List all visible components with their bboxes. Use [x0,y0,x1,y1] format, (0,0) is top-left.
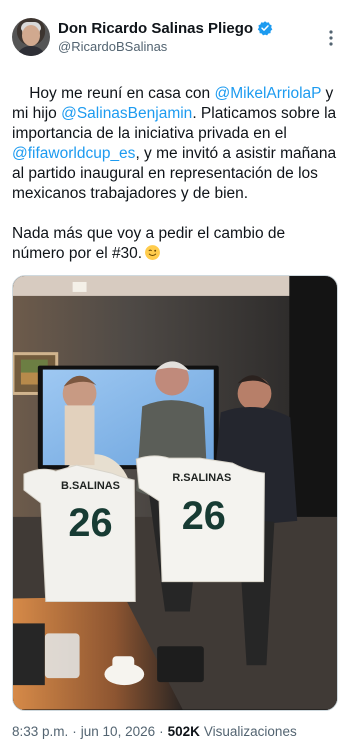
tweet-metadata: 8:33 p.m. · jun 10, 2026 · 502K Visualiz… [12,722,297,740]
photo-illustration: B.SALINAS 26 R.SALINAS 26 [13,276,337,710]
verified-badge-icon[interactable] [257,20,273,36]
views-count[interactable]: 502K [168,724,200,739]
tweet-time[interactable]: 8:33 p.m. [12,724,68,739]
mention-salinasbenjamin[interactable]: @SalinasBenjamin [61,105,192,122]
jersey-left-name: B.SALINAS [61,480,120,492]
tweet-date[interactable]: jun 10, 2026 [81,724,155,739]
tweet-text: Hoy me reuní en casa con @MikelArriolaP … [12,64,340,284]
author-handle[interactable]: @RicardoBSalinas [58,39,298,54]
mention-fifaworldcup-es[interactable]: @fifaworldcup_es [12,145,135,162]
tweet-text-segment: Hoy me reuní en casa con [29,85,215,102]
tweet-text-segment: , y me invitó a asistir mañana al partid… [12,145,337,262]
jersey-left-number: 26 [68,501,112,545]
author-info: Don Ricardo Salinas Pliego @RicardoBSali… [58,18,298,54]
mention-mikelarriolap[interactable]: @MikelArriolaP [214,85,321,102]
views-label[interactable]: Visualizaciones [204,724,297,739]
more-options-icon[interactable] [324,27,338,49]
metadata-separator: · [159,723,164,739]
author-avatar[interactable] [12,18,50,56]
tweet-header: Don Ricardo Salinas Pliego @RicardoBSali… [12,16,338,60]
jersey-right-number: 26 [182,494,226,538]
author-name-row: Don Ricardo Salinas Pliego [58,18,298,38]
jersey-right-name: R.SALINAS [172,472,231,484]
tweet-photo[interactable]: B.SALINAS 26 R.SALINAS 26 [12,275,338,711]
avatar-face [22,25,40,46]
metadata-separator: · [72,723,77,739]
tweet-card: Don Ricardo Salinas Pliego @RicardoBSali… [0,0,350,752]
wink-emoji-icon [145,245,161,260]
avatar-body [16,46,46,56]
author-display-name[interactable]: Don Ricardo Salinas Pliego [58,20,253,37]
